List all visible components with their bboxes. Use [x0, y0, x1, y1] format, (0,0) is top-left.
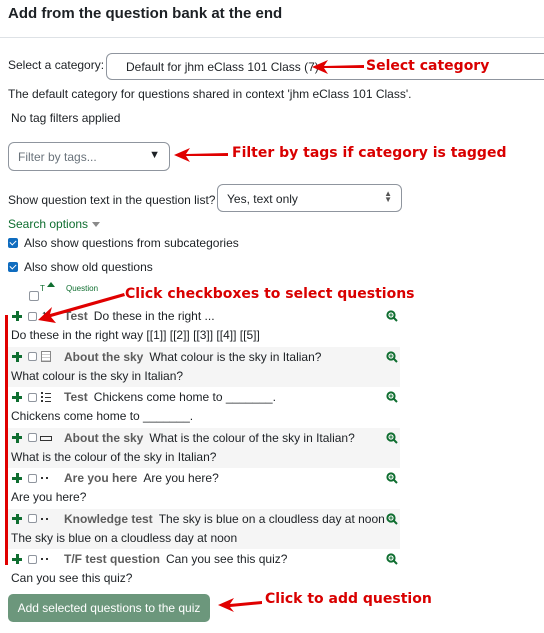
truefalse-icon: [40, 553, 54, 565]
question-checkbox[interactable]: [28, 433, 37, 442]
preview-zoom-icon[interactable]: [386, 472, 398, 484]
add-question-icon[interactable]: [12, 473, 22, 483]
question-checkbox[interactable]: [28, 352, 37, 361]
add-question-icon[interactable]: [12, 311, 22, 321]
select-arrows-icon: ▲ ▼: [384, 189, 392, 204]
question-checkbox[interactable]: [28, 473, 37, 483]
add-question-icon[interactable]: [12, 432, 22, 443]
preview-zoom-icon[interactable]: [386, 431, 398, 444]
annotation-select-category: Select category: [366, 58, 490, 74]
subcategories-checkbox-row[interactable]: Also show questions from subcategories: [8, 236, 239, 250]
question-list: Test Do these in the right ... Do these …: [8, 306, 400, 590]
question-row: Knowledge test The sky is blue on a clou…: [8, 508, 400, 549]
multichoice-icon: [40, 391, 54, 403]
caret-down-icon[interactable]: ▼: [149, 149, 160, 161]
add-question-icon[interactable]: [12, 392, 22, 402]
old-questions-checkbox-label: Also show old questions: [24, 260, 153, 274]
annotation-arrow-icon: [218, 598, 262, 612]
question-title: What colour is the sky in Italian?: [149, 349, 322, 364]
question-text: The sky is blue on a cloudless day at no…: [11, 530, 238, 545]
question-text: Chickens come home to _______.: [11, 409, 194, 423]
tag-filter-placeholder: Filter by tags...: [18, 150, 97, 164]
question-checkbox[interactable]: [28, 514, 37, 523]
question-title: The sky is blue on a cloudless day at no…: [158, 511, 385, 526]
caret-down-icon: [92, 222, 101, 228]
annotation-arrow-icon: [312, 60, 364, 74]
question-title: Are you here?: [143, 471, 219, 485]
question-text-selected-value: Yes, text only: [227, 192, 298, 206]
subcategories-checkbox-label: Also show questions from subcategories: [24, 236, 239, 250]
category-label: Select a category:: [8, 58, 105, 72]
question-text-label: Show question text in the question list?: [8, 193, 216, 207]
tag-filter-input[interactable]: Filter by tags... ▼: [8, 142, 170, 171]
question-title: Chickens come home to _______.: [93, 390, 276, 404]
question-name: Test: [64, 390, 88, 404]
question-text: What is the colour of the sky in Italian…: [11, 449, 217, 464]
sort-ascending-icon[interactable]: [47, 282, 55, 287]
question-row: Are you here Are you here? Are you here?: [8, 468, 400, 509]
page-title: Add from the question bank at the end: [8, 5, 283, 22]
question-checkbox[interactable]: [28, 554, 37, 564]
preview-zoom-icon[interactable]: [386, 350, 398, 363]
question-name: T/F test question: [64, 552, 160, 566]
question-title: Can you see this quiz?: [166, 552, 288, 566]
preview-zoom-icon[interactable]: [386, 512, 398, 525]
old-questions-checkbox-row[interactable]: Also show old questions: [8, 260, 153, 274]
question-name: About the sky: [64, 430, 144, 445]
annotation-filter-tags: Filter by tags if category is tagged: [232, 145, 507, 161]
preview-zoom-icon[interactable]: [386, 553, 398, 565]
preview-zoom-icon[interactable]: [386, 391, 398, 403]
subcategories-checkbox[interactable]: [8, 238, 18, 248]
add-selected-questions-button[interactable]: Add selected questions to the quiz: [8, 594, 210, 622]
question-checkbox[interactable]: [28, 392, 37, 402]
add-question-icon[interactable]: [12, 513, 22, 524]
question-text: Can you see this quiz?: [11, 571, 133, 585]
question-text: Are you here?: [11, 490, 87, 504]
calculated-icon: [40, 350, 54, 363]
add-question-icon[interactable]: [12, 554, 22, 564]
old-questions-checkbox[interactable]: [8, 262, 18, 272]
annotation-click-add: Click to add question: [265, 591, 432, 607]
question-row: Test Chickens come home to _______. Chic…: [8, 387, 400, 428]
add-question-icon[interactable]: [12, 351, 22, 362]
shortanswer-icon: [40, 432, 54, 444]
question-name: About the sky: [64, 349, 144, 364]
question-row: T/F test question Can you see this quiz?…: [8, 549, 400, 590]
question-name: Knowledge test: [64, 511, 153, 526]
truefalse-icon: [40, 513, 54, 525]
preview-zoom-icon[interactable]: [386, 310, 398, 322]
truefalse-icon: [40, 472, 54, 484]
question-name: Are you here: [64, 471, 138, 485]
question-row: About the sky What is the colour of the …: [8, 427, 400, 468]
annotation-arrow-icon: [174, 148, 228, 162]
question-row: About the sky What colour is the sky in …: [8, 346, 400, 387]
annotation-arrow-icon: [38, 293, 125, 323]
search-options-label: Search options: [8, 217, 89, 231]
category-description: The default category for questions share…: [8, 87, 412, 101]
search-options-toggle[interactable]: Search options: [8, 217, 101, 231]
question-text: Do these in the right way [[1]] [[2]] [[…: [11, 328, 260, 342]
annotation-click-checkboxes: Click checkboxes to select questions: [125, 286, 415, 302]
header-divider: [0, 37, 544, 38]
question-text-select[interactable]: Yes, text only ▲ ▼: [217, 184, 402, 212]
tag-filter-status: No tag filters applied: [11, 111, 121, 125]
category-selected-value: Default for jhm eClass 101 Class (7): [126, 60, 319, 74]
question-title: What is the colour of the sky in Italian…: [149, 430, 355, 445]
question-text: What colour is the sky in Italian?: [11, 368, 184, 383]
